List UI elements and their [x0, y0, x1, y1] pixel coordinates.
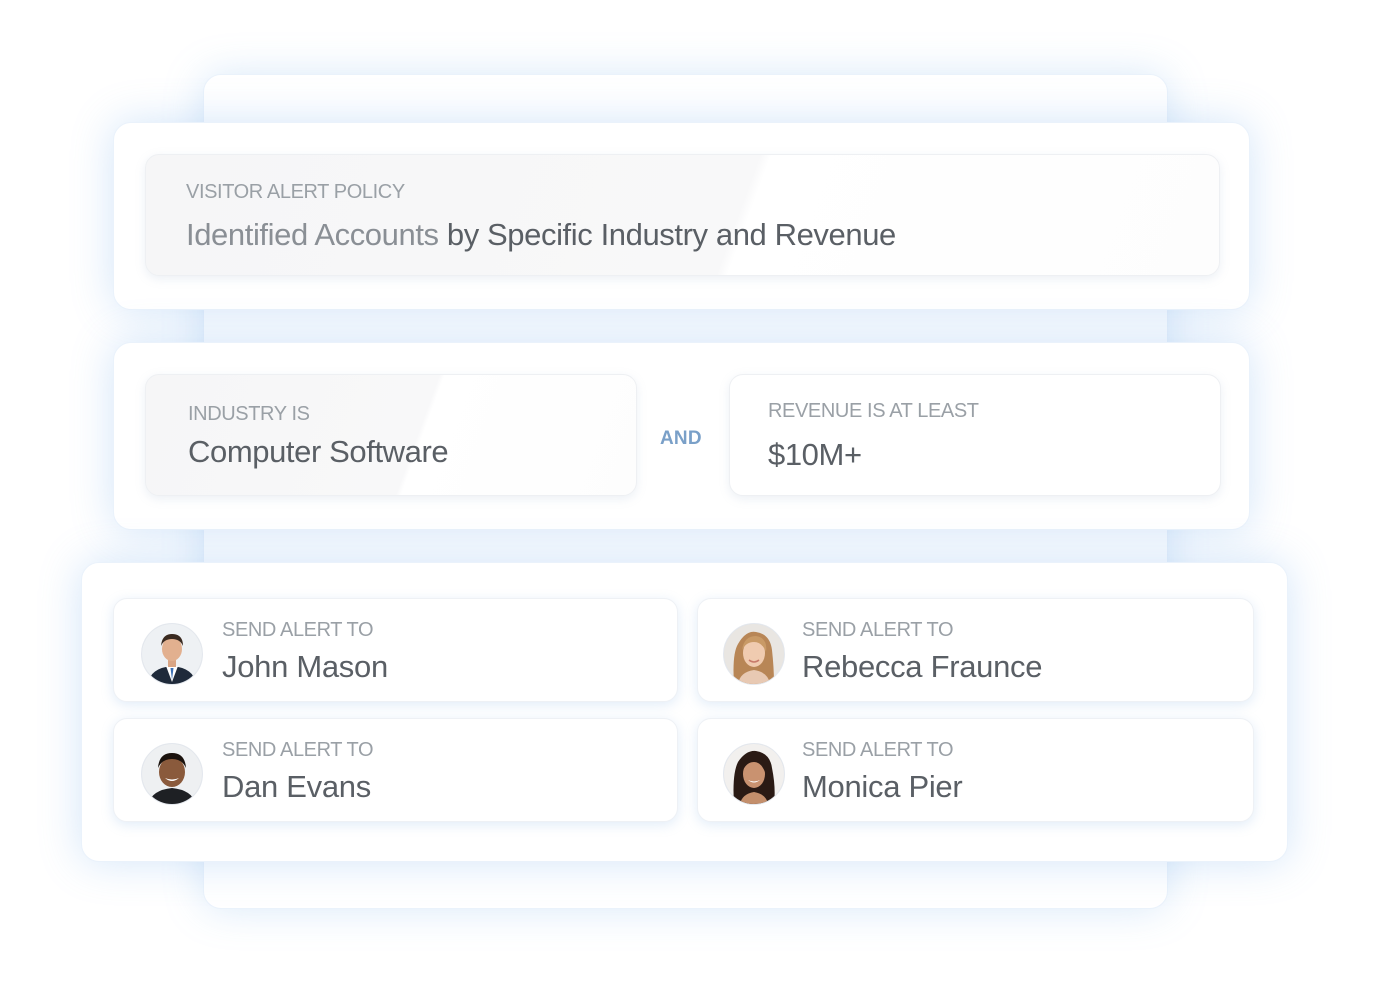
recipient-name: Dan Evans: [222, 769, 371, 804]
industry-label: INDUSTRY IS: [188, 403, 310, 425]
recipient-card[interactable]: SEND ALERT TO Monica Pier: [697, 718, 1254, 822]
recipient-name: John Mason: [222, 649, 388, 684]
revenue-label: REVENUE IS AT LEAST: [768, 400, 979, 422]
and-connector: AND: [660, 428, 702, 449]
recipient-card[interactable]: SEND ALERT TO Rebecca Fraunce: [697, 598, 1254, 702]
revenue-condition-card[interactable]: REVENUE IS AT LEAST $10M+: [729, 374, 1221, 496]
industry-value: Computer Software: [188, 434, 449, 469]
woman-blonde-avatar-icon: [723, 623, 785, 685]
industry-condition-card[interactable]: INDUSTRY IS Computer Software: [145, 374, 637, 496]
policy-label: VISITOR ALERT POLICY: [186, 181, 405, 203]
policy-title-part1: Identified Accounts: [186, 217, 439, 252]
woman-dark-hair-avatar-icon: [723, 743, 785, 805]
policy-card[interactable]: VISITOR ALERT POLICY Identified Accounts…: [145, 154, 1220, 276]
recipient-name: Rebecca Fraunce: [802, 649, 1043, 684]
recipient-label: SEND ALERT TO: [802, 619, 954, 641]
policy-title: Identified Accounts by Specific Industry…: [186, 217, 896, 253]
recipient-card[interactable]: SEND ALERT TO Dan Evans: [113, 718, 678, 822]
recipient-card[interactable]: SEND ALERT TO John Mason: [113, 598, 678, 702]
recipient-name: Monica Pier: [802, 769, 963, 804]
man-suit-avatar-icon: [141, 623, 203, 685]
policy-title-part2: by Specific Industry and Revenue: [446, 217, 896, 252]
recipient-label: SEND ALERT TO: [222, 739, 374, 761]
man-smiling-avatar-icon: [141, 743, 203, 805]
recipient-label: SEND ALERT TO: [802, 739, 954, 761]
alert-policy-illustration: VISITOR ALERT POLICY Identified Accounts…: [0, 0, 1379, 983]
revenue-value: $10M+: [768, 437, 862, 472]
recipient-label: SEND ALERT TO: [222, 619, 374, 641]
